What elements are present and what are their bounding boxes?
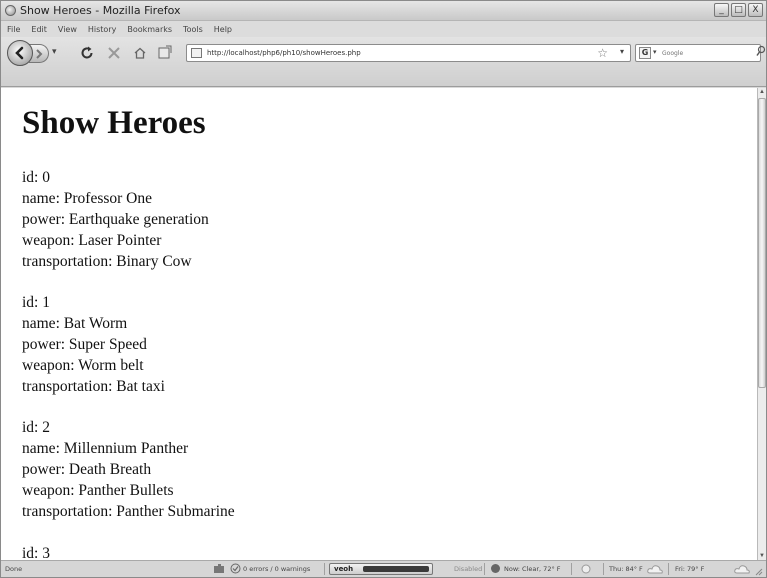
hero-power: power: Super Speed [22, 336, 147, 353]
hero-weapon: weapon: Worm belt [22, 357, 144, 374]
validator-check-icon[interactable] [230, 563, 241, 576]
page-icon [191, 48, 202, 58]
scroll-down-arrow-icon[interactable]: ▼ [758, 552, 766, 560]
veoh-progress-bar [363, 566, 429, 572]
bookmark-page-icon [158, 45, 172, 59]
hero-id: id: 1 [22, 294, 50, 311]
menu-tools[interactable]: Tools [183, 25, 203, 34]
page-content: Show Heroes id: 0 name: Professor One po… [1, 88, 757, 560]
weather-cloud-icon [647, 564, 663, 576]
addon-puzzle-icon[interactable] [213, 563, 225, 576]
magnifier-icon [756, 45, 766, 56]
hero-record: id: 1 name: Bat Worm power: Super Speed … [22, 292, 165, 397]
menu-edit[interactable]: Edit [31, 25, 47, 34]
search-go-button[interactable] [756, 44, 766, 62]
history-dropdown-icon[interactable]: ▾ [52, 46, 57, 57]
veoh-addon-widget[interactable]: veoh [329, 563, 433, 575]
hero-transportation: transportation: Bat taxi [22, 378, 165, 395]
menu-bookmarks[interactable]: Bookmarks [127, 25, 172, 34]
weather-cloud-icon [734, 564, 750, 576]
stop-button[interactable] [104, 43, 124, 63]
hero-id: id: 2 [22, 419, 50, 436]
url-input[interactable] [207, 46, 567, 60]
star-icon[interactable]: ☆ [597, 46, 608, 60]
hero-weapon: weapon: Panther Bullets [22, 482, 174, 499]
url-bar[interactable]: ☆ ▾ [186, 44, 631, 62]
weather-sun-icon [581, 564, 591, 576]
search-input[interactable] [662, 47, 742, 60]
hero-record: id: 3 [22, 543, 50, 560]
bookmark-page-button[interactable] [155, 43, 175, 63]
engine-dropdown-icon[interactable]: ▾ [653, 48, 657, 56]
hero-id: id: 3 [22, 545, 50, 560]
hero-power: power: Death Breath [22, 461, 152, 478]
veoh-brand: veoh [334, 565, 354, 573]
maximize-button[interactable]: □ [731, 3, 746, 17]
close-button[interactable]: X [748, 3, 763, 17]
home-icon [134, 47, 146, 59]
hero-transportation: transportation: Panther Submarine [22, 503, 235, 520]
hero-record: id: 2 name: Millennium Panther power: De… [22, 417, 235, 522]
disabled-indicator[interactable]: Disabled [454, 565, 482, 573]
validator-status[interactable]: 0 errors / 0 warnings [243, 565, 310, 573]
menu-file[interactable]: File [7, 25, 20, 34]
firefox-app-icon [5, 5, 16, 16]
navigation-toolbar: ▾ ☆ ▾ G ▾ [1, 37, 766, 87]
browser-window: Show Heroes - Mozilla Firefox _ □ X File… [0, 0, 767, 578]
status-text: Done [5, 565, 23, 573]
minimize-button[interactable]: _ [714, 3, 729, 17]
back-button[interactable] [7, 40, 33, 66]
menu-history[interactable]: History [88, 25, 116, 34]
search-engine-icon[interactable]: G [639, 47, 651, 59]
forward-arrow-icon [35, 48, 42, 59]
home-button[interactable] [130, 43, 150, 63]
hero-power: power: Earthquake generation [22, 211, 209, 228]
hero-transportation: transportation: Binary Cow [22, 253, 192, 270]
status-bar: Done 0 errors / 0 warnings veoh Disabled… [1, 560, 766, 577]
hero-name: name: Millennium Panther [22, 440, 189, 457]
title-bar: Show Heroes - Mozilla Firefox _ □ X [1, 1, 766, 21]
window-controls: _ □ X [714, 3, 763, 17]
weather-thu[interactable]: Thu: 84° F [609, 565, 643, 573]
scrollbar-thumb[interactable] [758, 98, 766, 388]
weather-now[interactable]: Now: Clear, 72° F [504, 565, 561, 573]
search-bar[interactable]: G ▾ [635, 44, 761, 62]
menu-view[interactable]: View [58, 25, 77, 34]
hero-name: name: Professor One [22, 190, 152, 207]
window-title: Show Heroes - Mozilla Firefox [20, 4, 181, 17]
scroll-up-arrow-icon[interactable]: ▲ [758, 88, 766, 96]
resize-grip-icon[interactable] [755, 568, 763, 577]
menu-bar: File Edit View History Bookmarks Tools H… [1, 21, 766, 37]
vertical-scrollbar[interactable]: ▲ ▼ [757, 88, 766, 560]
weather-globe-icon[interactable] [490, 563, 501, 576]
hero-id: id: 0 [22, 169, 50, 186]
hero-name: name: Bat Worm [22, 315, 128, 332]
url-dropdown-icon[interactable]: ▾ [620, 47, 624, 56]
reload-icon [81, 46, 93, 59]
back-arrow-icon [15, 46, 24, 60]
hero-record: id: 0 name: Professor One power: Earthqu… [22, 167, 209, 272]
stop-icon [108, 47, 120, 59]
reload-button[interactable] [77, 43, 97, 63]
hero-weapon: weapon: Laser Pointer [22, 232, 162, 249]
menu-help[interactable]: Help [214, 25, 232, 34]
page-heading: Show Heroes [22, 105, 206, 141]
weather-fri[interactable]: Fri: 79° F [675, 565, 704, 573]
